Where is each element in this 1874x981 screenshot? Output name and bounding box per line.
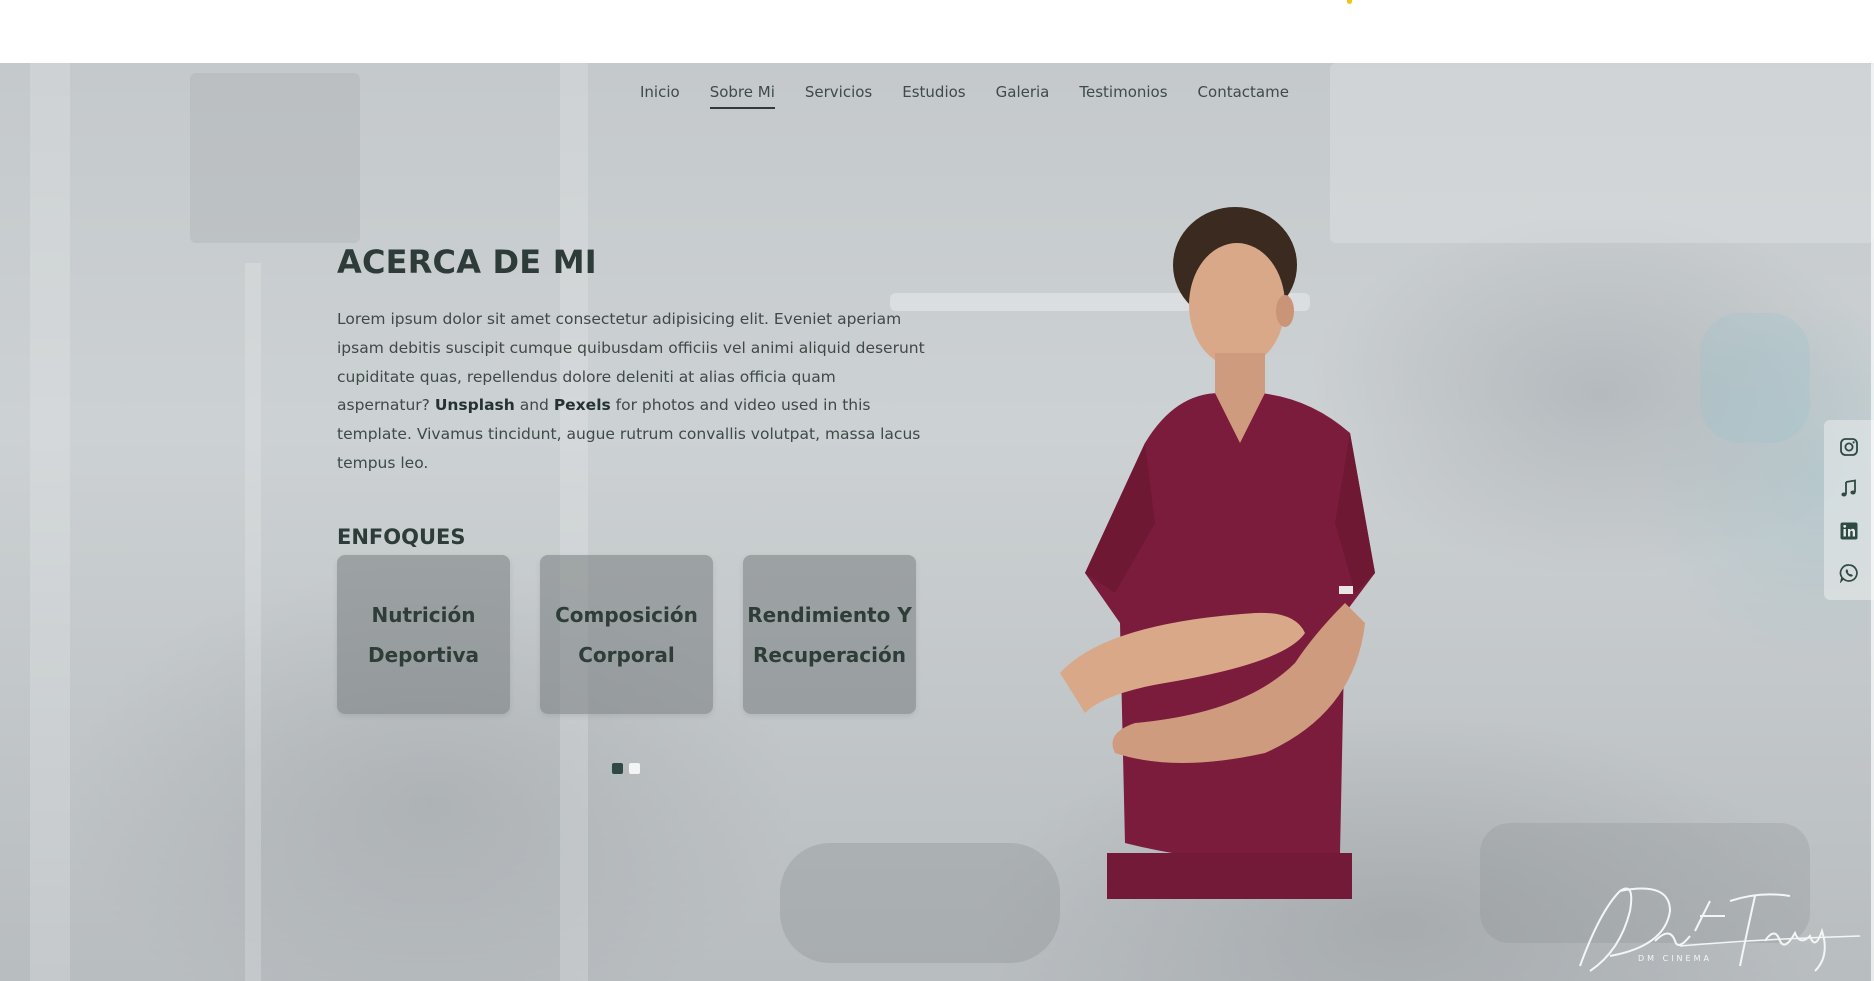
carousel-dot-2[interactable] (629, 763, 640, 774)
signature-subtext: DM CINEMA (1638, 954, 1712, 963)
focus-card-line: Composición (555, 602, 698, 627)
focus-card-composicion[interactable]: Composición Corporal (540, 555, 713, 714)
focus-card-line: Deportiva (367, 642, 480, 667)
tiktok-icon[interactable] (1834, 474, 1864, 504)
nav-item-contactame[interactable]: Contactame (1198, 83, 1289, 109)
pexels-credit: Pexels (553, 396, 611, 415)
linkedin-icon[interactable] (1834, 516, 1864, 546)
nav-item-testimonios[interactable]: Testimonios (1079, 83, 1167, 109)
nav-item-servicios[interactable]: Servicios (805, 83, 872, 109)
about-title: ACERCA DE MI (337, 243, 597, 281)
nav-item-estudios[interactable]: Estudios (902, 83, 965, 109)
nav-item-galeria[interactable]: Galeria (996, 83, 1050, 109)
focus-card-line: Rendimiento Y (747, 602, 912, 627)
focus-card-label: Rendimiento Y Recuperación (747, 595, 912, 675)
signature-logo: DM CINEMA (1579, 887, 1860, 972)
focus-card-rendimiento[interactable]: Rendimiento Y Recuperación (743, 555, 916, 714)
about-section: Inicio Sobre Mi Servicios Estudios Galer… (0, 63, 1874, 981)
social-sidebar (1824, 420, 1874, 600)
focus-card-line: Recuperación (753, 642, 906, 667)
focus-card-line: Corporal (578, 642, 675, 667)
background-overlay (0, 63, 1874, 981)
whatsapp-icon[interactable] (1834, 558, 1864, 588)
main-nav: Inicio Sobre Mi Servicios Estudios Galer… (640, 83, 1319, 109)
focus-card-label: Composición Corporal (544, 595, 709, 675)
unsplash-credit: Unsplash (434, 396, 515, 415)
carousel-dot-1[interactable] (612, 763, 623, 774)
focus-cards: Nutrición Deportiva Composición Corporal R… (337, 555, 946, 714)
nav-item-sobre-mi[interactable]: Sobre Mi (709, 83, 775, 109)
focus-card-label: Nutrición Deportiva (341, 595, 506, 675)
top-indicator-dot (1347, 0, 1352, 4)
carousel-pagination (612, 763, 640, 774)
nav-item-inicio[interactable]: Inicio (640, 83, 680, 109)
about-content: ACERCA DE MI Lorem ipsum dolor sit amet … (337, 243, 937, 549)
trainer-photo (1060, 207, 1375, 899)
focus-card-line: Nutrición (371, 602, 476, 627)
focus-title: ENFOQUES (337, 524, 466, 549)
about-paragraph: Lorem ipsum dolor sit amet consectetur a… (337, 305, 927, 478)
focus-card-nutricion[interactable]: Nutrición Deportiva (337, 555, 510, 714)
instagram-icon[interactable] (1834, 432, 1864, 462)
top-bar (0, 0, 1874, 63)
about-text: and (514, 396, 554, 415)
